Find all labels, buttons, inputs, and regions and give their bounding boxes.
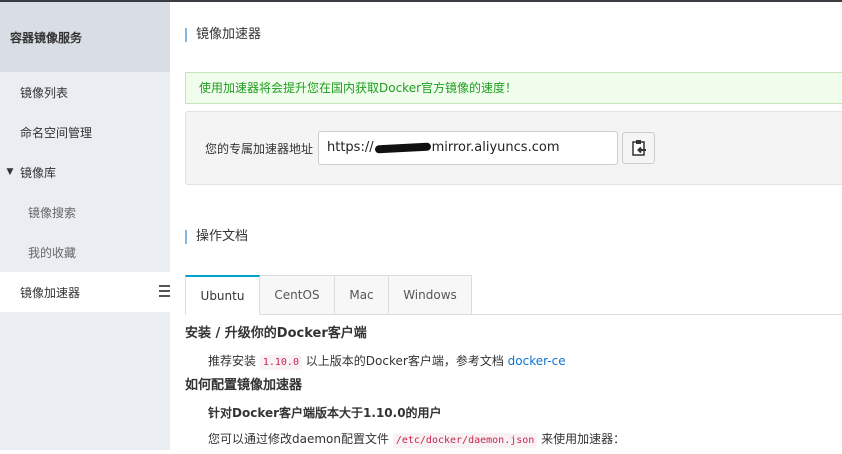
text: 以上版本的Docker客户端，参考文档: [305, 354, 504, 368]
text: 您可以通过修改daemon配置文件: [208, 432, 389, 446]
sidebar-item-accelerator[interactable]: 镜像加速器: [0, 272, 170, 312]
url-suffix: mirror.aliyuncs.com: [431, 140, 560, 155]
sidebar-item-namespace[interactable]: 命名空间管理: [0, 112, 170, 152]
info-alert: 使用加速器将会提升您在国内获取Docker官方镜像的速度！: [185, 72, 842, 104]
daemon-path-code: /etc/docker/daemon.json: [392, 433, 538, 448]
collapse-sidebar-icon[interactable]: [157, 282, 171, 300]
tab-ubuntu[interactable]: Ubuntu: [185, 275, 260, 315]
page-title: 镜像加速器: [185, 28, 261, 42]
doc-paragraph-install: 推荐安装 1.10.0 以上版本的Docker客户端，参考文档 docker-c…: [185, 348, 842, 374]
doc-heading-config: 如何配置镜像加速器: [185, 378, 303, 393]
clipboard-icon: [631, 140, 646, 156]
accelerator-label: 您的专属加速器地址: [205, 142, 314, 156]
accelerator-url-field[interactable]: https:// mirror.aliyuncs.com: [318, 131, 618, 165]
version-code: 1.10.0: [259, 355, 302, 370]
sidebar: 容器镜像服务 镜像列表 命名空间管理 ▼ 镜像库 镜像搜索 我的收藏 镜像加速器: [0, 2, 170, 450]
sidebar-item-image-search[interactable]: 镜像搜索: [0, 192, 170, 232]
accelerator-panel: 您的专属加速器地址 https:// mirror.aliyuncs.com: [185, 111, 842, 185]
redaction-mark: [374, 142, 431, 154]
caret-down-icon: ▼: [6, 167, 14, 177]
tab-centos[interactable]: CentOS: [260, 275, 335, 315]
tab-windows[interactable]: Windows: [389, 275, 472, 315]
text: 来使用加速器：: [541, 432, 626, 446]
tab-mac[interactable]: Mac: [335, 275, 389, 315]
doc-content: 安装 / 升级你的Docker客户端 推荐安装 1.10.0 以上版本的Dock…: [185, 324, 842, 452]
doc-paragraph-config: 您可以通过修改daemon配置文件 /etc/docker/daemon.jso…: [185, 426, 842, 452]
doc-subheading: 针对Docker客户端版本大于1.10.0的用户: [208, 406, 442, 420]
text: 推荐安装: [208, 354, 257, 368]
docker-ce-link[interactable]: docker-ce: [508, 354, 566, 368]
docs-title: 操作文档: [185, 230, 248, 244]
url-prefix: https://: [327, 140, 374, 155]
copy-button[interactable]: [622, 132, 655, 164]
os-tabs: Ubuntu CentOS Mac Windows: [185, 275, 842, 315]
sidebar-group-label: 镜像库: [20, 165, 57, 180]
doc-heading-install: 安装 / 升级你的Docker客户端: [185, 326, 367, 341]
sidebar-item-favorites[interactable]: 我的收藏: [0, 232, 170, 272]
sidebar-title: 容器镜像服务: [0, 2, 170, 72]
sidebar-item-image-list[interactable]: 镜像列表: [0, 72, 170, 112]
sidebar-group-repo[interactable]: ▼ 镜像库: [0, 152, 170, 192]
